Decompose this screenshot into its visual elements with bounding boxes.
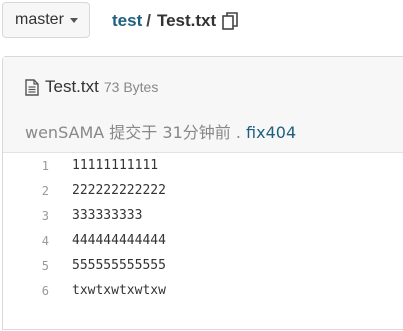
- caret-down-icon: [69, 17, 78, 23]
- commit-author-time: wenSAMA 提交于 31分钟前 .: [25, 123, 241, 142]
- commit-message-link[interactable]: fix404: [246, 123, 296, 142]
- line-text: txwtxwtxwtxw: [72, 283, 166, 298]
- breadcrumb-file: Test.txt: [156, 11, 217, 30]
- file-title: Test.txt 73 Bytes: [25, 77, 158, 97]
- line-number[interactable]: 1: [3, 159, 49, 173]
- line-text: 555555555555: [72, 258, 166, 273]
- branch-label: master: [15, 11, 64, 28]
- code-line: 5 555555555555: [3, 253, 403, 278]
- commit-info: wenSAMA 提交于 31分钟前 . fix404: [25, 119, 296, 143]
- line-number[interactable]: 5: [3, 259, 49, 273]
- code-line: 1 11111111111: [3, 153, 403, 178]
- line-text: 222222222222: [72, 183, 166, 198]
- breadcrumb: test / Test.txt: [112, 11, 238, 31]
- file-size: 73 Bytes: [103, 79, 159, 95]
- line-number[interactable]: 3: [3, 209, 49, 223]
- copy-icon[interactable]: [222, 12, 238, 30]
- file-text-icon: [25, 78, 39, 96]
- file-header: Test.txt 73 Bytes wenSAMA 提交于 31分钟前 . fi…: [3, 57, 403, 153]
- line-number[interactable]: 6: [3, 284, 49, 298]
- file-panel: Test.txt 73 Bytes wenSAMA 提交于 31分钟前 . fi…: [2, 56, 403, 330]
- code-line: 4 444444444444: [3, 228, 403, 253]
- code-line: 6 txwtxwtxwtxw: [3, 278, 403, 303]
- line-text: 11111111111: [72, 158, 159, 173]
- breadcrumb-separator: /: [146, 11, 151, 30]
- line-number[interactable]: 4: [3, 234, 49, 248]
- line-number[interactable]: 2: [3, 184, 49, 198]
- line-text: 444444444444: [72, 233, 166, 248]
- breadcrumb-repo-link[interactable]: test: [112, 11, 142, 31]
- line-text: 333333333: [72, 208, 143, 223]
- code-line: 2 222222222222: [3, 178, 403, 203]
- code-view: 1 11111111111 2 222222222222 3 333333333…: [3, 153, 403, 303]
- file-name: Test.txt: [45, 77, 99, 96]
- branch-select[interactable]: master: [2, 2, 90, 38]
- code-line: 3 333333333: [3, 203, 403, 228]
